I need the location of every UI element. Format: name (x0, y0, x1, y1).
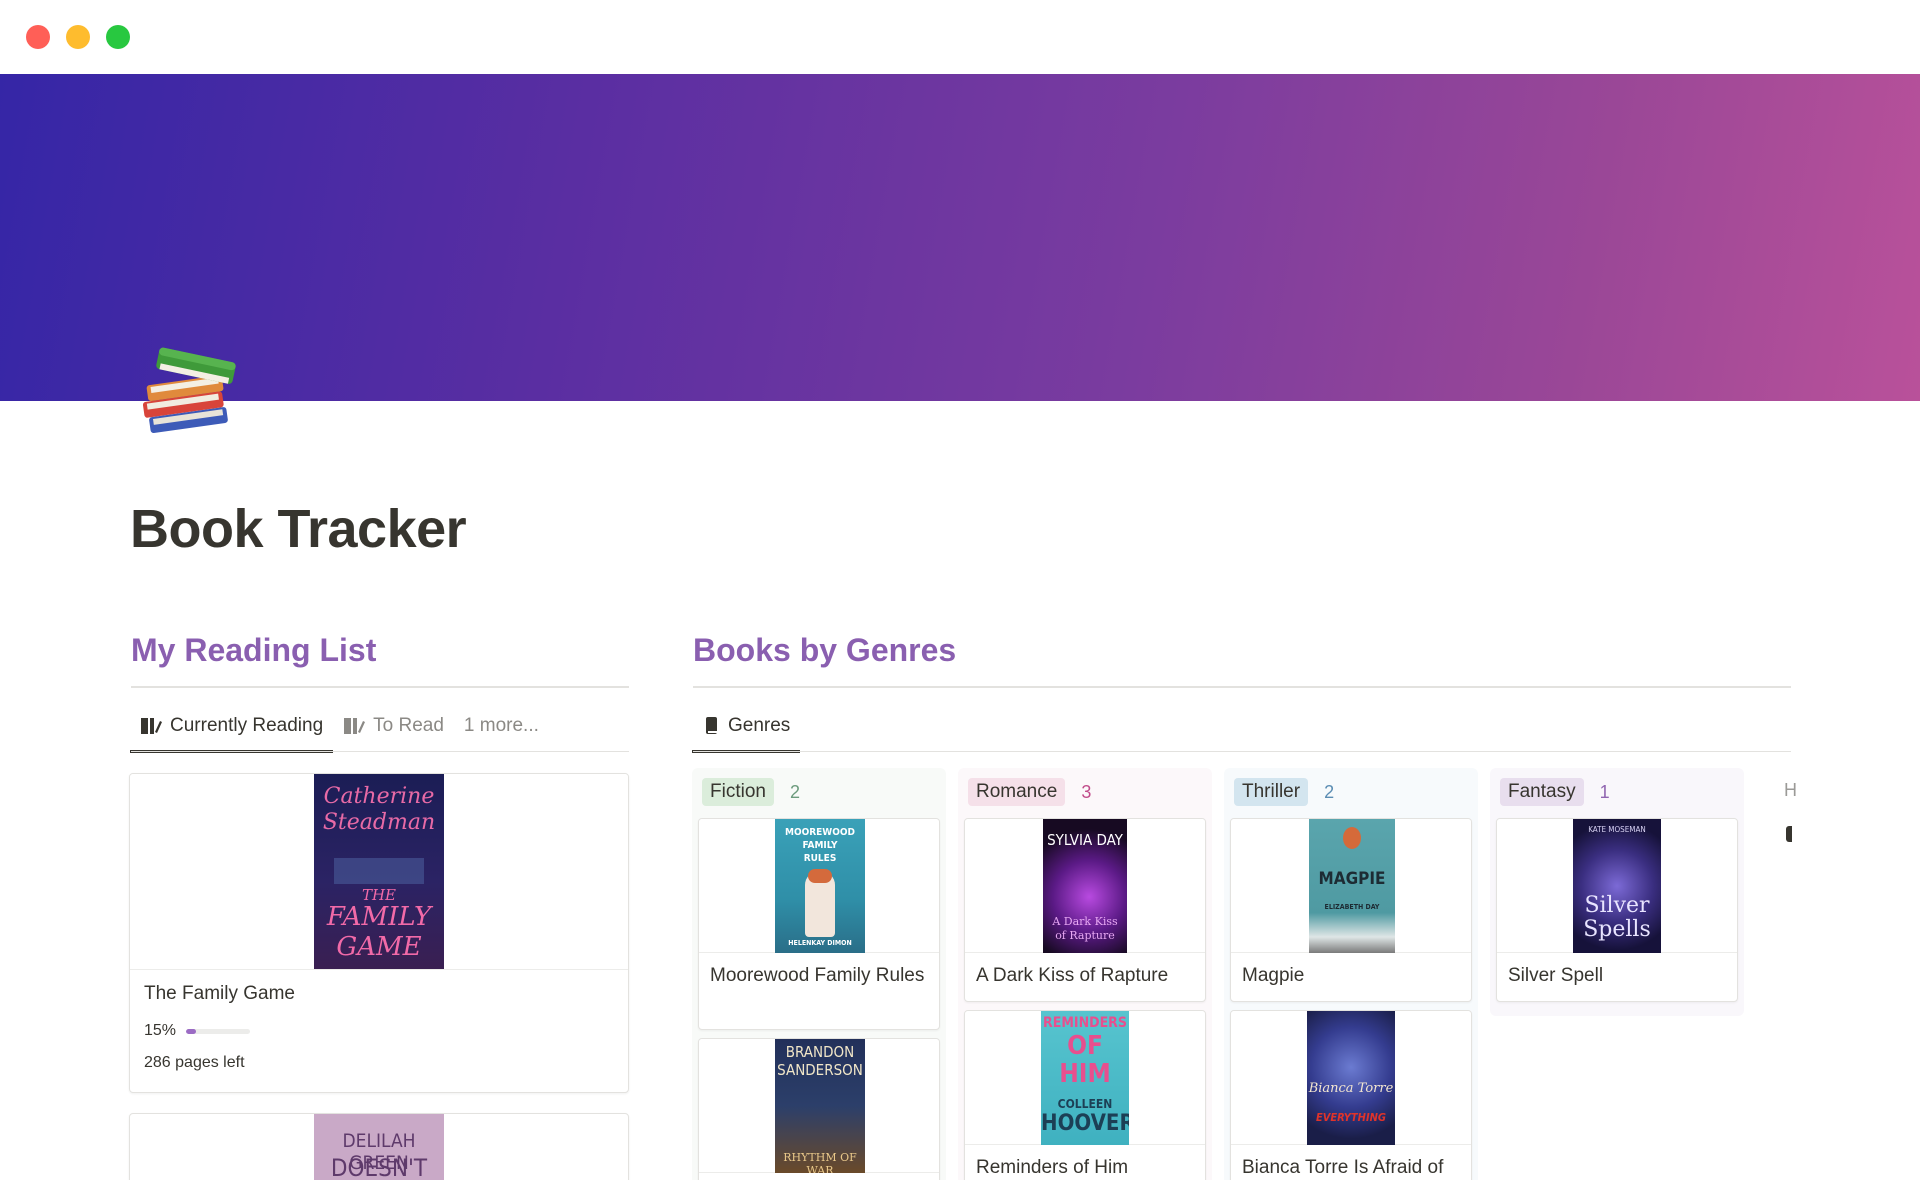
reading-list-divider (131, 686, 629, 688)
book-open-icon (141, 718, 162, 734)
progress-label: 15% (144, 1022, 177, 1039)
page-cover-banner[interactable] (0, 74, 1920, 401)
hidden-column-card-edge (1786, 826, 1792, 842)
board-card[interactable]: BRANDON SANDERSON RHYTHM OF WAR (698, 1038, 940, 1200)
tab-label: 1 more... (463, 715, 539, 736)
card-cover-area: MAGPIE ELIZABETH DAY (1231, 819, 1471, 953)
genres-heading: Books by Genres (693, 632, 957, 668)
viewport-bottom-edge (0, 1180, 1920, 1200)
genre-count: 1 (1599, 781, 1610, 802)
book-cover-image: KATE MOSEMAN Silver Spells (1573, 819, 1661, 953)
reading-list-tab-divider (131, 751, 629, 752)
book-open-icon (344, 718, 366, 734)
hidden-column-header[interactable]: H (1784, 780, 1797, 801)
reading-list-tabs: Currently Reading To Read 1 more... (130, 700, 549, 753)
tab-label: Genres (728, 715, 791, 736)
board-column-romance: Romance 3 SYLVIA DAY A Dark Kiss of Rapt… (958, 768, 1212, 1200)
books-icon[interactable] (132, 340, 242, 450)
board-column-fantasy: Fantasy 1 KATE MOSEMAN Silver Spells Sil… (1490, 768, 1744, 1016)
book-cover-image: BRANDON SANDERSON RHYTHM OF WAR (775, 1039, 865, 1173)
zoom-window-button[interactable] (106, 25, 130, 49)
card-cover-area: REMINDERS OF HIM COLLEEN HOOVER (965, 1011, 1205, 1145)
book-icon (706, 717, 717, 734)
window-titlebar (0, 0, 1920, 74)
minimize-window-button[interactable] (66, 25, 90, 49)
genre-tag[interactable]: Romance (968, 778, 1066, 806)
book-cover-image: REMINDERS OF HIM COLLEEN HOOVER (1041, 1011, 1129, 1145)
genre-tag[interactable]: Fiction (702, 778, 774, 806)
card-cover-area: Bianca Torre EVERYTHING (1231, 1011, 1471, 1145)
book-title: Magpie (1242, 965, 1305, 986)
genre-tag[interactable]: Thriller (1234, 778, 1309, 806)
book-title: The Family Game (144, 983, 295, 1004)
book-card[interactable]: Catherine Steadman THE FAMILY GAME The F… (129, 773, 629, 1093)
book-cover-image: Bianca Torre EVERYTHING (1307, 1011, 1395, 1145)
column-header: Romance 3 (968, 778, 1091, 806)
pages-left: 286 pages left (144, 1054, 245, 1071)
reading-list-heading: My Reading List (131, 632, 377, 668)
genre-tag[interactable]: Fantasy (1500, 778, 1584, 806)
close-window-button[interactable] (26, 25, 50, 49)
book-title: Bianca Torre Is Afraid of (1242, 1157, 1444, 1178)
tab-more-views[interactable]: 1 more... (454, 700, 549, 752)
board-column-thriller: Thriller 2 MAGPIE ELIZABETH DAY Magpie B… (1224, 768, 1478, 1200)
genre-count: 3 (1081, 781, 1092, 802)
board-card[interactable]: MOOREWOOD FAMILY RULES HELENKAY DIMON Mo… (698, 818, 940, 1030)
genres-divider (693, 686, 1791, 688)
board-card[interactable]: Bianca Torre EVERYTHING Bianca Torre Is … (1230, 1010, 1472, 1194)
tab-currently-reading[interactable]: Currently Reading (130, 700, 334, 753)
genres-tabs: Genres (692, 700, 801, 753)
card-cover-area: MOOREWOOD FAMILY RULES HELENKAY DIMON (699, 819, 939, 953)
book-title: A Dark Kiss of Rapture (976, 965, 1169, 986)
board-card[interactable]: KATE MOSEMAN Silver Spells Silver Spell (1496, 818, 1738, 1002)
tab-label: To Read (373, 715, 444, 736)
tab-to-read[interactable]: To Read (333, 700, 454, 752)
page-title[interactable]: Book Tracker (130, 498, 467, 560)
tab-label: Currently Reading (170, 715, 324, 736)
board-column-fiction: Fiction 2 MOOREWOOD FAMILY RULES HELENKA… (692, 768, 946, 1200)
genres-tab-divider (693, 751, 1791, 752)
genre-count: 2 (789, 781, 800, 802)
card-cover-area: BRANDON SANDERSON RHYTHM OF WAR (699, 1039, 939, 1173)
card-cover-area: KATE MOSEMAN Silver Spells (1497, 819, 1737, 953)
book-cover-image: SYLVIA DAY A Dark Kiss of Rapture (1043, 819, 1127, 953)
book-title: Reminders of Him (976, 1157, 1129, 1178)
progress-bar (186, 1028, 251, 1034)
column-header: Fiction 2 (702, 778, 800, 806)
tab-genres[interactable]: Genres (692, 700, 801, 753)
board-card[interactable]: SYLVIA DAY A Dark Kiss of Rapture A Dark… (964, 818, 1206, 1002)
column-header: Thriller 2 (1234, 778, 1334, 806)
book-title: Moorewood Family Rules (710, 965, 925, 986)
book-cover-image: Catherine Steadman THE FAMILY GAME (314, 774, 444, 969)
progress-bar-fill (186, 1028, 196, 1034)
board-card[interactable]: MAGPIE ELIZABETH DAY Magpie (1230, 818, 1472, 1002)
book-cover-image: MAGPIE ELIZABETH DAY (1309, 819, 1395, 953)
book-cover-image: MOOREWOOD FAMILY RULES HELENKAY DIMON (775, 819, 865, 953)
column-header: Fantasy 1 (1500, 778, 1610, 806)
card-cover-area: Catherine Steadman THE FAMILY GAME (130, 774, 628, 970)
card-cover-area: SYLVIA DAY A Dark Kiss of Rapture (965, 819, 1205, 953)
reading-progress: 15% (144, 1022, 251, 1040)
genre-count: 2 (1324, 781, 1335, 802)
board-card[interactable]: REMINDERS OF HIM COLLEEN HOOVER Reminder… (964, 1010, 1206, 1194)
book-title: Silver Spell (1508, 965, 1604, 986)
